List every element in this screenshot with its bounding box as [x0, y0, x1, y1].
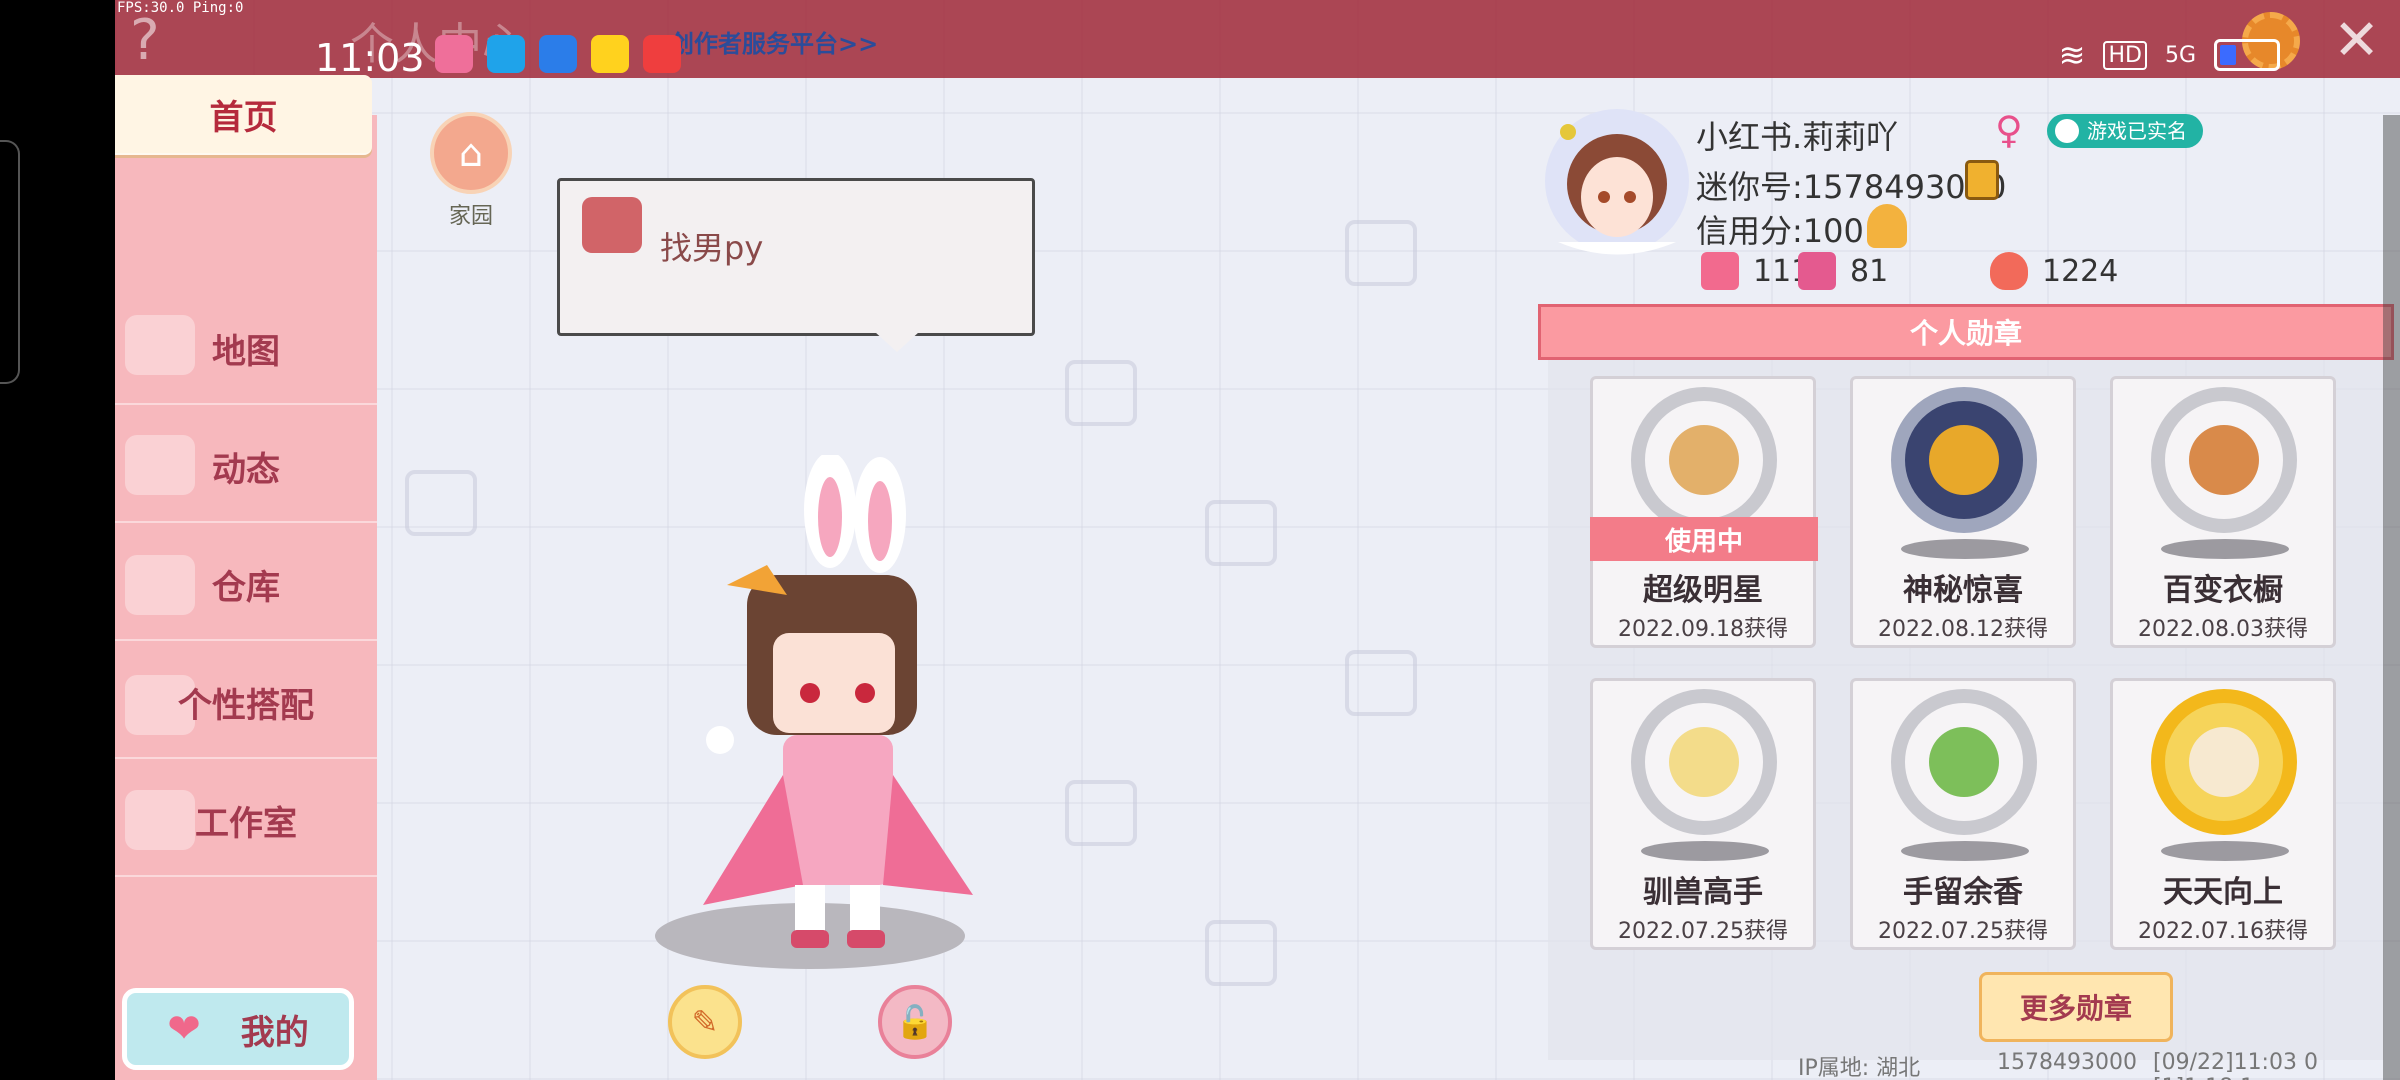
stat-value: 81 — [1850, 253, 1889, 289]
profile-name: 小红书.莉莉吖 — [1696, 118, 1899, 156]
cloud-app-icon — [539, 35, 577, 73]
medal-shadow — [2161, 841, 2289, 861]
profile-avatar[interactable] — [1538, 102, 1696, 260]
status-icons: ≋ HD 5G — [2059, 36, 2280, 74]
sidebar-item-feed[interactable]: 动态 — [115, 411, 377, 523]
sidebar-item-storage[interactable]: 仓库 — [115, 529, 377, 641]
medal-date: 2022.07.16获得 — [2138, 919, 2308, 944]
medal-card[interactable]: 神秘惊喜 2022.08.12获得 — [1850, 376, 2076, 648]
medal-shadow — [2161, 539, 2289, 559]
battery-icon — [2214, 39, 2280, 71]
medal-card[interactable]: 驯兽高手 2022.07.25获得 — [1590, 678, 1816, 950]
help-icon[interactable]: ? — [130, 8, 190, 73]
wifi-icon: ≋ — [2058, 36, 2086, 74]
mini-id: 迷你号:1578493000 — [1696, 168, 2007, 206]
medal-name: 手留余香 — [1903, 875, 2023, 910]
deco-tile — [1065, 360, 1137, 426]
flame-icon — [1990, 252, 2028, 290]
medal-superstar-icon — [1631, 387, 1777, 533]
system-nav-overlay — [2383, 115, 2400, 1080]
medal-date: 2022.07.25获得 — [1878, 919, 2048, 944]
medal-date: 2022.09.18获得 — [1618, 617, 1788, 642]
sidebar-item-map[interactable]: 地图 — [115, 293, 377, 405]
deco-tile — [1065, 780, 1137, 846]
medal-card[interactable]: 手留余香 2022.07.25获得 — [1850, 678, 2076, 950]
trophy-icon — [1798, 252, 1836, 290]
medal-shadow — [1901, 539, 2029, 559]
stat-value: 1224 — [2042, 253, 2119, 289]
status-time: 11:03 — [315, 36, 425, 80]
heart-icon: ❤ — [167, 1006, 201, 1052]
toutiao-app-icon — [643, 35, 681, 73]
medal-card[interactable]: 天天向上 2022.07.16获得 — [2110, 678, 2336, 950]
credit-person-icon[interactable] — [1867, 204, 1907, 248]
home-label: 家园 — [448, 204, 493, 229]
speech-bubble[interactable]: 找男py — [557, 178, 1035, 336]
home-house-icon[interactable]: ⌂ — [430, 112, 512, 194]
bilibili-app-icon — [435, 35, 473, 73]
medal-name: 驯兽高手 — [1643, 875, 1763, 910]
medal-name: 百变衣橱 — [2163, 573, 2283, 608]
deco-tile — [1205, 920, 1277, 986]
bubble-avatar-icon — [582, 197, 642, 253]
ip-location: IP属地: 湖北 — [1798, 1056, 1921, 1080]
edit-pencil-icon[interactable]: ✎ — [668, 985, 742, 1059]
medal-card[interactable]: 百变衣橱 2022.08.03获得 — [2110, 376, 2336, 648]
medal-wardrobe-icon — [2151, 387, 2297, 533]
hd-icon: HD — [2103, 40, 2147, 70]
verified-badge[interactable]: 游戏已实名 — [2047, 114, 2203, 148]
my-button-label: 我的 — [240, 1012, 309, 1053]
build-info: [09/22]11:03 0 [1]1.18.1 — [2153, 1050, 2318, 1080]
medal-fragrance-icon — [1891, 689, 2037, 835]
medal-progress-icon — [2151, 689, 2297, 835]
medal-shadow — [1901, 841, 2029, 861]
medal-name: 超级明星 — [1643, 573, 1763, 608]
5g-signal-icon: 5G — [2164, 42, 2196, 68]
character-avatar[interactable] — [665, 455, 985, 965]
in-use-badge: 使用中 — [1590, 517, 1818, 561]
medal-name: 神秘惊喜 — [1903, 573, 2023, 608]
sidebar-item-home[interactable]: 首页 — [115, 75, 372, 155]
my-button[interactable]: ❤ 我的 — [122, 988, 354, 1070]
fps-ping: FPS:30.0 Ping:0 — [117, 0, 244, 16]
deco-tile — [1205, 500, 1277, 566]
female-icon: ♀ — [1995, 108, 2023, 152]
meituan-app-icon — [591, 35, 629, 73]
medal-date: 2022.08.12获得 — [1878, 617, 2048, 642]
side-edge-handle[interactable] — [0, 140, 20, 384]
stat-flame: 1224 — [1990, 252, 2118, 290]
medal-card[interactable]: 使用中 超级明星 2022.09.18获得 — [1590, 376, 1818, 648]
deco-tile — [1345, 220, 1417, 286]
stat-trophy: 81 — [1798, 252, 1888, 290]
game-screen: ? 个人中心 创作者服务平台>> ✕ 首页 地图 动态 仓库 个性搭配 工作室 … — [115, 0, 2400, 1080]
medal-date: 2022.08.03获得 — [2138, 617, 2308, 642]
deco-tile — [405, 470, 477, 536]
sidebar-item-outfit[interactable]: 个性搭配 — [115, 647, 377, 759]
medal-shadow — [1641, 841, 1769, 861]
medal-tamer-icon — [1631, 689, 1777, 835]
credit-score: 信用分:100 — [1696, 212, 1864, 250]
browser-app-icon — [487, 35, 525, 73]
copy-icon[interactable] — [1965, 160, 1999, 200]
medal-gift-icon — [1891, 387, 2037, 533]
sidebar-item-studio[interactable]: 工作室 — [115, 765, 377, 877]
unlock-icon[interactable]: 🔓 — [878, 985, 952, 1059]
speech-bubble-tail — [875, 332, 919, 352]
speech-text: 找男py — [660, 229, 764, 267]
medal-name: 天天向上 — [2163, 875, 2283, 910]
medal-date: 2022.07.25获得 — [1618, 919, 1788, 944]
close-icon[interactable]: ✕ — [2333, 8, 2380, 73]
stat-plus: 111 — [1701, 252, 1810, 290]
footer-id: 1578493000 — [1997, 1050, 2137, 1075]
deco-tile — [1345, 650, 1417, 716]
plus-badge-icon — [1701, 252, 1739, 290]
creator-platform-link[interactable]: 创作者服务平台>> — [670, 24, 878, 59]
more-medals-button[interactable]: 更多勋章 — [1979, 972, 2173, 1042]
medals-header: 个人勋章 — [1538, 304, 2394, 360]
